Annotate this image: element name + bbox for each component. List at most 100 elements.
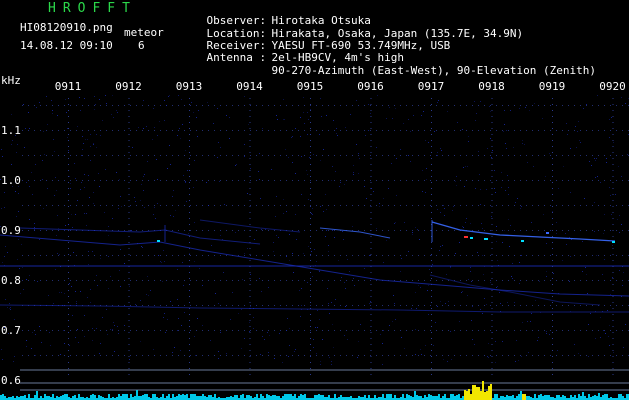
grid-dot [128, 170, 130, 171]
grid-dot [442, 205, 443, 206]
grid-dot [189, 320, 190, 321]
noise-speckle [166, 105, 167, 106]
grid-dot [328, 280, 329, 281]
noise-speckle [150, 290, 151, 291]
grid-dot [214, 355, 215, 356]
grid-dot [310, 205, 311, 206]
noise-bar [64, 394, 66, 400]
grid-dot [196, 280, 197, 281]
grid-dot [310, 290, 311, 291]
noise-bar [20, 396, 22, 400]
grid-dot [424, 130, 425, 131]
noise-speckle [437, 306, 438, 307]
grid-dot [250, 330, 251, 331]
noise-speckle [31, 172, 32, 173]
noise-speckle [588, 324, 589, 325]
grid-dot [496, 255, 497, 256]
grid-dot [502, 255, 503, 256]
grid-dot [370, 182, 372, 183]
grid-dot [436, 280, 437, 281]
noise-speckle [218, 142, 219, 143]
grid-dot [214, 155, 215, 156]
grid-dot [612, 278, 614, 279]
noise-speckle [546, 331, 547, 332]
noise-bar [508, 396, 510, 400]
noise-speckle [447, 111, 448, 112]
noise-speckle [353, 172, 354, 173]
grid-dot [76, 355, 77, 356]
grid-dot [616, 130, 617, 131]
noise-speckle [621, 97, 622, 98]
grid-dot [550, 355, 551, 356]
grid-dot [520, 280, 521, 281]
grid-dot [130, 330, 131, 331]
grid-dot [612, 284, 614, 285]
grid-dot [532, 280, 533, 281]
grid-dot [612, 302, 614, 303]
grid-dot [604, 355, 605, 356]
grid-dot [370, 205, 371, 206]
grid-dot [106, 255, 107, 256]
grid-dot [520, 155, 521, 156]
noise-speckle [112, 218, 113, 219]
noise-speckle [508, 187, 509, 188]
noise-speckle [303, 112, 304, 113]
noise-speckle [627, 154, 628, 155]
grid-dot [552, 362, 553, 363]
grid-dot [610, 330, 611, 331]
grid-dot [130, 305, 131, 306]
grid-dot [431, 332, 432, 333]
noise-speckle [607, 310, 608, 311]
grid-dot [274, 355, 275, 356]
noise-speckle [425, 140, 426, 141]
noise-speckle [441, 150, 442, 151]
grid-dot [128, 356, 130, 357]
grid-dot [46, 130, 47, 131]
grid-dot [364, 180, 365, 181]
grid-dot [310, 110, 311, 111]
grid-dot [406, 130, 407, 131]
noise-speckle [120, 196, 121, 197]
noise-bar [410, 396, 412, 400]
grid-dot [424, 230, 425, 231]
grid-dot [448, 130, 449, 131]
grid-dot [22, 205, 23, 206]
grid-dot [580, 105, 581, 106]
noise-speckle [344, 335, 345, 336]
noise-speckle [226, 353, 227, 354]
grid-dot [586, 180, 587, 181]
noise-bar [434, 396, 436, 400]
noise-speckle [439, 250, 440, 251]
noise-speckle [380, 334, 381, 335]
grid-dot [460, 280, 461, 281]
noise-speckle [356, 144, 357, 145]
noise-speckle [186, 201, 187, 202]
grid-dot [622, 105, 623, 106]
noise-speckle [326, 115, 327, 116]
noise-bar [620, 394, 622, 400]
grid-dot [484, 205, 485, 206]
grid-dot [298, 155, 299, 156]
meteor-count: 6 [138, 39, 145, 52]
noise-bar [248, 395, 250, 400]
grid-dot [544, 305, 545, 306]
grid-dot [491, 182, 493, 183]
grid-dot [592, 255, 593, 256]
grid-dot [262, 205, 263, 206]
noise-speckle [539, 281, 540, 282]
noise-speckle [114, 325, 115, 326]
grid-dot [304, 180, 305, 181]
grid-dot [586, 155, 587, 156]
noise-speckle [175, 210, 176, 211]
noise-speckle [75, 178, 76, 179]
noise-speckle [404, 222, 405, 223]
grid-dot [574, 155, 575, 156]
grid-dot [574, 305, 575, 306]
grid-dot [46, 180, 47, 181]
noise-speckle [370, 301, 371, 302]
grid-dot [68, 146, 69, 147]
noise-speckle [113, 322, 114, 323]
grid-dot [238, 255, 239, 256]
noise-speckle [140, 341, 141, 342]
grid-dot [249, 98, 251, 99]
